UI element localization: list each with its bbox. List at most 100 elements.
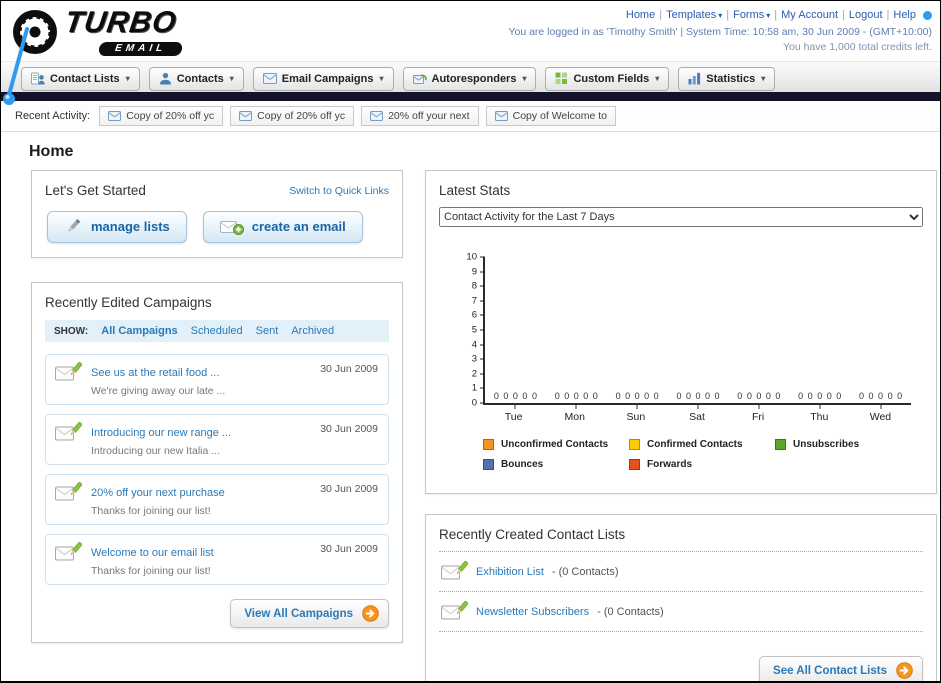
- top-link-my-account[interactable]: My Account: [781, 9, 838, 21]
- campaign-title-link[interactable]: Introducing our new range ...: [91, 427, 231, 439]
- bar-value-label: 0: [826, 391, 832, 401]
- top-link-logout[interactable]: Logout: [849, 9, 883, 21]
- bar-value-label: 0: [522, 391, 528, 401]
- bar-value-label: 0: [503, 391, 509, 401]
- chevron-down-icon: ▾: [761, 74, 766, 83]
- recent-activity-item[interactable]: Copy of 20% off yc: [99, 106, 224, 126]
- see-all-contact-lists-button[interactable]: See All Contact Lists: [759, 656, 923, 681]
- envelope-pencil-icon: [441, 601, 468, 622]
- tab-email-campaigns[interactable]: Email Campaigns ▾: [252, 67, 394, 91]
- stats-period-select[interactable]: Contact Activity for the Last 7 Days: [439, 207, 923, 227]
- contact-activity-chart: 10 9 8 7 6 5 4 3 2 1 0 0 0 0 0 0 0 0 0 0 0 0 0 0 0 0 0 0 0 0 0 0 0 0 0 0 0 0 0…: [449, 252, 919, 425]
- latest-stats-title: Latest Stats: [439, 183, 511, 198]
- y-axis-tick-mark: [480, 300, 485, 302]
- top-link-forms[interactable]: Forms ▾: [733, 9, 770, 21]
- bar-value-label: 0: [868, 391, 874, 401]
- right-column: Latest Stats Contact Activity for the La…: [425, 170, 937, 681]
- filter-archived[interactable]: Archived: [291, 325, 334, 337]
- bar-value-label: 0: [737, 391, 743, 401]
- campaign-title-link[interactable]: 20% off your next purchase: [91, 487, 225, 499]
- top-link-templates[interactable]: Templates ▾: [666, 9, 722, 21]
- contact-list-name-link[interactable]: Exhibition List: [476, 566, 544, 578]
- filter-all-campaigns[interactable]: All Campaigns: [101, 325, 177, 337]
- legend-swatch: [775, 439, 786, 450]
- chart-x-axis-labels: Tue Mon Sun Sat Fri Thu Wed: [483, 405, 911, 425]
- legend-label: Bounces: [501, 459, 544, 470]
- email-campaigns-icon: [262, 73, 277, 84]
- contact-list-name-link[interactable]: Newsletter Subscribers: [476, 606, 589, 618]
- bar-value-label: 0: [859, 391, 865, 401]
- top-link-home[interactable]: Home: [626, 9, 655, 21]
- bar-value-label: 0: [676, 391, 682, 401]
- bar-value-label: 0: [878, 391, 884, 401]
- recent-activity-item[interactable]: 20% off your next: [361, 106, 479, 126]
- bar-value-label: 0: [705, 391, 711, 401]
- recent-activity-item[interactable]: Copy of 20% off yc: [230, 106, 355, 126]
- y-axis-tick: 3: [453, 354, 485, 365]
- bar-value-label: 0: [493, 391, 499, 401]
- campaign-filters: All Campaigns Scheduled Sent Archived: [101, 325, 334, 337]
- y-axis-tick: 1: [453, 383, 485, 394]
- tab-autoresponders[interactable]: Autoresponders ▾: [402, 67, 537, 91]
- nav-tab-label: Statistics: [706, 72, 756, 85]
- tab-contact-lists[interactable]: Contact Lists ▾: [21, 67, 140, 91]
- arrow-circle-icon: [362, 605, 379, 622]
- legend-item: Forwards: [629, 459, 775, 470]
- campaign-title-link[interactable]: See us at the retail food ...: [91, 367, 219, 379]
- legend-swatch: [483, 439, 494, 450]
- campaign-row: Introducing our new range ... Introducing…: [45, 414, 389, 465]
- filter-sent[interactable]: Sent: [256, 325, 279, 337]
- legend-label: Confirmed Contacts: [647, 439, 743, 450]
- top-link-help[interactable]: Help: [893, 9, 916, 21]
- chevron-down-icon: ▾: [229, 74, 234, 83]
- y-axis-tick-mark: [480, 373, 485, 375]
- statistics-icon: [688, 72, 701, 85]
- legend-label: Unconfirmed Contacts: [501, 439, 609, 450]
- recent-activity-bar: Recent Activity: Copy of 20% off yc Copy …: [1, 101, 940, 132]
- envelope-pencil-icon: [55, 482, 82, 503]
- bar-value-label: 0: [531, 391, 537, 401]
- bar-value-labels: 00000: [676, 391, 719, 401]
- manage-lists-button[interactable]: manage lists: [47, 211, 187, 243]
- campaign-row: See us at the retail food ... We're givin…: [45, 354, 389, 405]
- tab-statistics[interactable]: Statistics ▾: [678, 67, 776, 91]
- see-all-contact-lists-label: See All Contact Lists: [773, 664, 887, 677]
- bar-value-label: 0: [887, 391, 893, 401]
- nav-tab-label: Contact Lists: [50, 72, 120, 85]
- bar-value-labels: 00000: [859, 391, 902, 401]
- link-separator: |: [774, 9, 778, 21]
- y-axis-tick-mark: [480, 358, 485, 360]
- legend-label: Unsubscribes: [793, 439, 860, 450]
- contact-list-item: Newsletter Subscribers - (0 Contacts): [439, 592, 923, 632]
- view-all-campaigns-button[interactable]: View All Campaigns: [230, 599, 389, 628]
- campaign-date: 30 Jun 2009: [320, 423, 378, 435]
- bar-value-label: 0: [644, 391, 650, 401]
- campaign-date: 30 Jun 2009: [320, 363, 378, 375]
- create-email-button[interactable]: create an email: [202, 211, 363, 243]
- tab-custom-fields[interactable]: Custom Fields ▾: [545, 67, 670, 91]
- switch-to-quick-links-link[interactable]: Switch to Quick Links: [289, 185, 389, 197]
- bar-value-label: 0: [897, 391, 903, 401]
- x-axis-label: Mon: [564, 411, 585, 423]
- x-axis-label: Tue: [504, 411, 523, 423]
- tab-contacts[interactable]: Contacts ▾: [148, 67, 244, 91]
- chart-plot-area: 10 9 8 7 6 5 4 3 2 1 0 0 0 0 0 0 0 0 0 0 0 0 0 0 0 0 0 0 0 0 0 0 0 0 0 0 0 0 0…: [466, 252, 911, 409]
- chevron-down-icon: ▾: [125, 74, 130, 83]
- envelope-icon: [239, 111, 253, 121]
- bar-value-label: 0: [817, 391, 823, 401]
- bar-value-label: 0: [798, 391, 804, 401]
- recent-activity-item[interactable]: Copy of Welcome to: [485, 106, 616, 126]
- logo-title: TURBO: [62, 6, 180, 39]
- campaign-date: 30 Jun 2009: [320, 483, 378, 495]
- create-email-label: create an email: [251, 219, 346, 234]
- contact-list-detail: - (0 Contacts): [551, 565, 619, 578]
- contact-lists-icon: [31, 72, 45, 85]
- manage-lists-label: manage lists: [91, 219, 170, 234]
- filter-scheduled[interactable]: Scheduled: [191, 325, 243, 337]
- envelope-pencil-icon: [55, 422, 82, 443]
- envelope-icon: [494, 111, 508, 121]
- campaign-title-link[interactable]: Welcome to our email list: [91, 547, 214, 559]
- y-axis-tick-label: 6: [471, 309, 477, 321]
- bar-value-label: 0: [836, 391, 842, 401]
- y-axis-tick: 8: [453, 281, 485, 292]
